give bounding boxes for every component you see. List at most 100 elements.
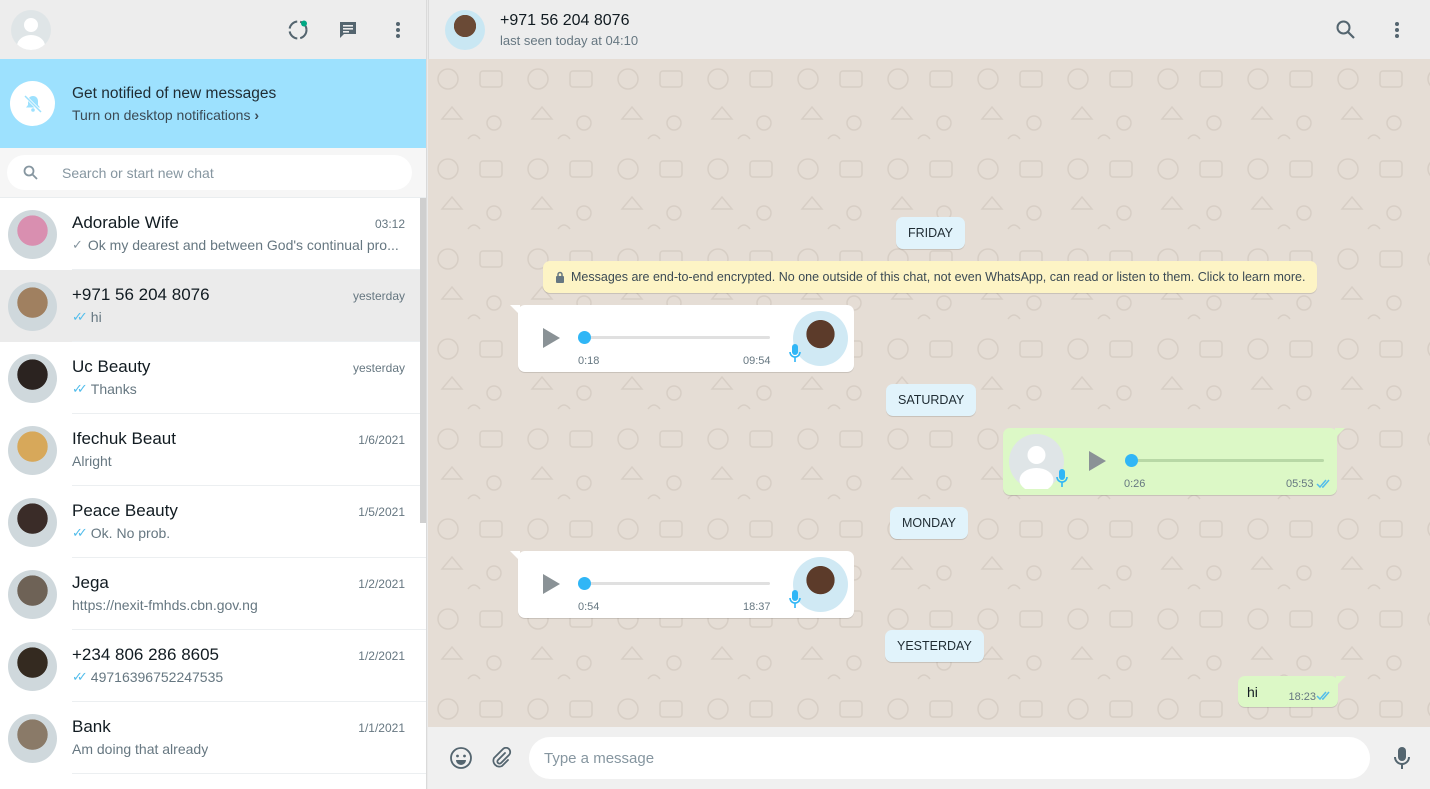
contact-name: +971 56 204 8076 — [500, 11, 630, 29]
chat-last-message: https://nexit-fmhds.cbn.gov.ng — [72, 597, 258, 613]
text-message-outgoing: hi 18:23 — [1238, 676, 1346, 707]
chat-time: 1/5/2021 — [358, 505, 405, 519]
day-chip-monday: MONDAY — [890, 507, 968, 539]
mic-icon[interactable] — [1390, 746, 1414, 770]
chat-time: 1/2/2021 — [358, 649, 405, 663]
chat-name: +234 806 286 8605 — [72, 645, 220, 664]
audio-track[interactable] — [1129, 459, 1324, 462]
double-tick-icon: ✓✓ — [72, 525, 88, 540]
chat-time: 1/1/2021 — [358, 721, 405, 735]
last-seen: last seen today at 04:10 — [500, 32, 639, 48]
chat-item[interactable]: Jega 1/2/2021 https://nexit-fmhds.cbn.gov.… — [0, 558, 426, 630]
audio-track[interactable] — [582, 336, 770, 339]
chat-time: yesterday — [352, 289, 405, 303]
voice-time: 18:37 — [743, 601, 771, 613]
conversation-header: +971 56 204 8076 last seen today at 04:1… — [428, 0, 1430, 59]
mic-icon — [789, 344, 801, 362]
chat-name: Ifechuk Beaut — [72, 429, 176, 448]
chevron-right-icon: › — [254, 106, 260, 123]
encryption-notice[interactable]: Messages are end-to-end encrypted. No on… — [543, 261, 1318, 293]
single-tick-icon: ✓ — [72, 237, 83, 252]
day-chip-yesterday: YESTERDAY — [885, 630, 984, 662]
double-tick-icon: ✓✓ — [72, 669, 88, 684]
chat-name: Uc Beauty — [72, 357, 151, 376]
chat-list-scrollbar[interactable] — [420, 198, 426, 523]
chat-item[interactable]: +971 56 204 8076 yesterday ✓✓ hi — [0, 270, 426, 342]
avatar — [8, 281, 57, 331]
avatar — [8, 425, 57, 475]
audio-scrubber[interactable] — [578, 331, 591, 344]
new-chat-icon[interactable] — [336, 18, 360, 42]
search-icon[interactable] — [1333, 18, 1357, 42]
avatar — [8, 569, 57, 619]
audio-scrubber[interactable] — [1125, 454, 1138, 467]
avatar — [8, 209, 57, 259]
day-chip-friday: FRIDAY — [896, 217, 965, 249]
chat-item[interactable]: +234 806 286 8605 1/2/2021 ✓✓ 4971639675224… — [0, 630, 426, 702]
message-time: 18:23 — [1288, 691, 1316, 703]
voice-message-incoming: 0:18 09:54 — [510, 305, 854, 372]
my-avatar[interactable] — [11, 9, 51, 50]
notification-link-label: Turn on desktop notifications — [72, 106, 251, 123]
chat-name: +971 56 204 8076 — [72, 285, 210, 304]
chat-last-message: 49716396752247535 — [90, 669, 224, 685]
attach-icon[interactable] — [489, 746, 513, 770]
avatar — [8, 713, 57, 763]
mic-icon — [1056, 469, 1068, 487]
contact-info[interactable]: +971 56 204 8076 last seen today at 04:1… — [500, 12, 638, 48]
chat-last-message: hi — [90, 309, 102, 325]
status-icon[interactable] — [286, 18, 310, 42]
encryption-text: Messages are end-to-end encrypted. No on… — [571, 270, 1306, 284]
chat-name: Bank — [72, 717, 111, 736]
notification-link[interactable]: Turn on desktop notifications › — [72, 107, 276, 123]
chat-name: Peace Beauty — [72, 501, 178, 520]
day-chip-saturday: SATURDAY — [886, 384, 977, 416]
audio-scrubber[interactable] — [578, 577, 591, 590]
message-area[interactable]: FRIDAY Messages are end-to-end encrypted… — [428, 59, 1430, 727]
search-bar — [0, 148, 426, 198]
bell-off-icon — [10, 81, 55, 126]
chat-time: yesterday — [352, 361, 405, 375]
play-icon[interactable] — [1083, 448, 1109, 474]
chat-item[interactable]: Ifechuk Beaut 1/6/2021 Alright — [0, 414, 426, 486]
voice-duration: 0:54 — [578, 601, 600, 613]
chat-item[interactable]: Bank 1/1/2021 Am doing that already — [0, 702, 426, 774]
search-box[interactable] — [7, 155, 412, 190]
avatar — [8, 353, 57, 403]
emoji-icon[interactable] — [449, 746, 473, 770]
voice-time: 05:53 — [1286, 478, 1314, 490]
double-tick-icon: ✓✓ — [72, 381, 88, 396]
chat-name: Jega — [72, 573, 109, 592]
play-icon[interactable] — [537, 325, 563, 351]
audio-track[interactable] — [582, 582, 770, 585]
voice-message-incoming: 0:54 18:37 — [510, 551, 854, 618]
double-tick-icon: ✓✓ — [72, 309, 88, 324]
play-icon[interactable] — [537, 571, 563, 597]
chat-time: 1/6/2021 — [358, 433, 405, 447]
chat-item[interactable]: Peace Beauty 1/5/2021 ✓✓ Ok. No prob. — [0, 486, 426, 558]
chat-item[interactable]: Adorable Wife 03:12 ✓ Ok my dearest and bet… — [0, 198, 426, 270]
mic-icon — [789, 590, 801, 608]
chat-last-message: Thanks — [90, 381, 137, 397]
menu-icon[interactable] — [1385, 18, 1409, 42]
composer — [428, 727, 1430, 789]
sidebar-header — [0, 0, 426, 59]
message-text: hi — [1247, 684, 1258, 700]
menu-icon[interactable] — [386, 18, 410, 42]
chat-last-message: Alright — [72, 453, 112, 469]
notification-banner: Get notified of new messages Turn on des… — [0, 59, 426, 148]
chat-last-message: Ok. No prob. — [90, 525, 171, 541]
conversation-panel: +971 56 204 8076 last seen today at 04:1… — [428, 0, 1430, 789]
chat-time: 1/2/2021 — [358, 577, 405, 591]
notification-title: Get notified of new messages — [72, 84, 277, 102]
contact-avatar[interactable] — [445, 9, 485, 50]
search-input[interactable] — [62, 164, 362, 181]
message-input[interactable] — [529, 737, 1370, 779]
double-tick-icon — [1316, 479, 1330, 489]
chat-last-message: Am doing that already — [72, 741, 209, 757]
voice-duration: 0:26 — [1124, 478, 1146, 490]
sidebar: Get notified of new messages Turn on des… — [0, 0, 427, 789]
chat-item[interactable]: Uc Beauty yesterday ✓✓ Thanks — [0, 342, 426, 414]
search-icon — [23, 165, 38, 180]
avatar — [8, 641, 57, 691]
